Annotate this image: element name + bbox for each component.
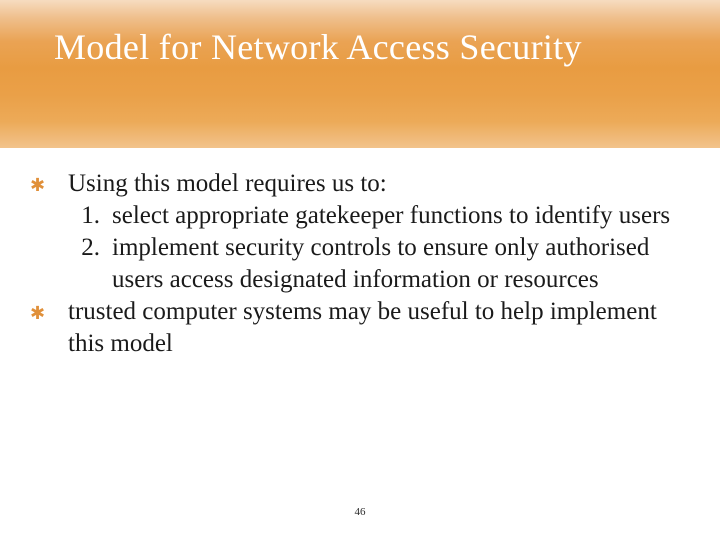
slide-title: Model for Network Access Security bbox=[54, 26, 680, 68]
bullet-item: ✱ trusted computer systems may be useful… bbox=[30, 296, 680, 360]
bullet-item: ✱ Using this model requires us to: bbox=[30, 168, 680, 200]
list-text: implement security controls to ensure on… bbox=[112, 232, 680, 296]
bullet-text: trusted computer systems may be useful t… bbox=[68, 296, 680, 360]
numbered-item: 2. implement security controls to ensure… bbox=[68, 232, 680, 296]
list-text: select appropriate gatekeeper functions … bbox=[112, 200, 680, 232]
slide-content: ✱ Using this model requires us to: 1. se… bbox=[30, 168, 680, 360]
header-band bbox=[0, 0, 720, 148]
bullet-text: Using this model requires us to: bbox=[68, 168, 680, 200]
numbered-item: 1. select appropriate gatekeeper functio… bbox=[68, 200, 680, 232]
star-bullet-icon: ✱ bbox=[30, 296, 68, 325]
list-number: 1. bbox=[68, 200, 112, 232]
star-bullet-icon: ✱ bbox=[30, 168, 68, 197]
list-number: 2. bbox=[68, 232, 112, 264]
page-number: 46 bbox=[0, 506, 720, 518]
numbered-list: 1. select appropriate gatekeeper functio… bbox=[68, 200, 680, 296]
